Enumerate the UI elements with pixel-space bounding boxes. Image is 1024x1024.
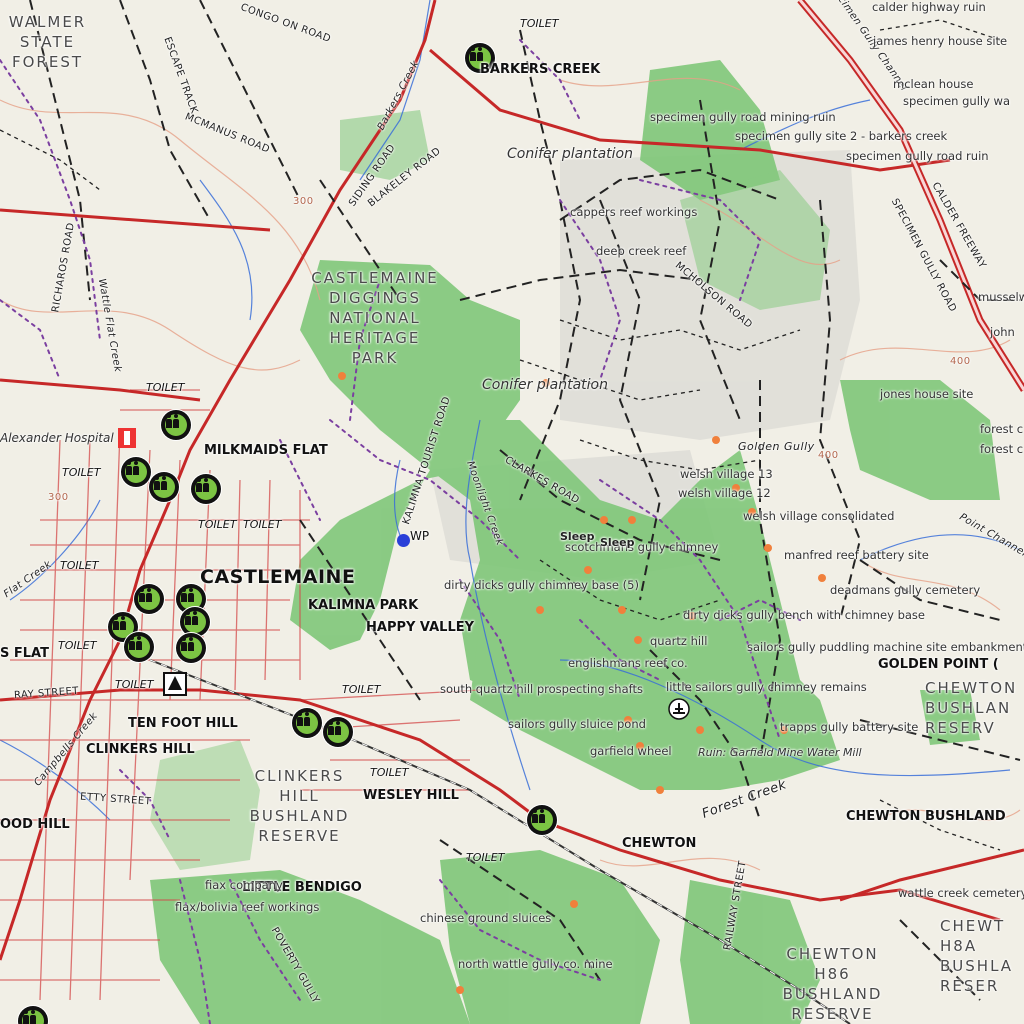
town-label: HAPPY VALLEY — [366, 620, 475, 635]
site-label: jones house site — [880, 387, 974, 401]
site-label: wattle creek cemetery — [898, 886, 1024, 900]
town-label: S FLAT — [0, 646, 49, 661]
site-label: mclean house — [893, 77, 974, 91]
waypoint-label: WP — [410, 529, 430, 543]
plantation-label: Conifer plantation — [482, 377, 608, 393]
site-label: quartz hill — [650, 634, 708, 648]
site-label: chinese ground sluices — [420, 911, 552, 925]
site-label: welsh village 13 — [680, 467, 773, 481]
site-label: garfield wheel — [590, 744, 672, 758]
site-label: welsh village 12 — [678, 486, 771, 500]
toilet-icon[interactable] — [149, 472, 179, 502]
town-label: GOLDEN POINT ( — [878, 657, 999, 672]
site-label: deadmans gully cemetery — [830, 583, 981, 597]
site-label: specimen gully road mining ruin — [650, 110, 836, 124]
site-label: dirty dicks gully chimney base (5) — [444, 578, 639, 592]
toilet-icon[interactable] — [176, 633, 206, 663]
toilet-label: TOILET — [58, 639, 97, 652]
campground-icon[interactable] — [163, 672, 187, 696]
town-label: MILKMAIDS FLAT — [204, 443, 328, 458]
town-label: CHEWTON BUSHLAND — [846, 809, 1006, 824]
area-label-walmer: WALMER STATE FOREST — [8, 13, 87, 71]
toilet-icon[interactable] — [527, 805, 557, 835]
toilet-label: TOILET — [370, 766, 409, 779]
site-label: englishmans reef co. — [568, 656, 688, 670]
site-label: fiax company — [205, 878, 283, 892]
toilet-label: TOILET — [115, 678, 154, 691]
contour-label: 400 — [818, 450, 839, 461]
contour-label: 300 — [293, 196, 314, 207]
site-label: musselw — [978, 290, 1024, 304]
toilet-label: TOILET — [520, 17, 559, 30]
toilet-icon[interactable] — [191, 474, 221, 504]
sleep-label: Sleep — [600, 536, 635, 549]
site-label: john — [990, 325, 1015, 339]
site-label: south quartz hill prospecting shafts — [440, 682, 643, 696]
site-label: dirty dicks gully bench with chimney bas… — [683, 608, 925, 622]
sleep-label: Sleep — [560, 530, 595, 543]
area-label-diggings: CASTLEMAINE DIGGINGS NATIONAL HERITAGE PARK — [311, 269, 439, 367]
site-label: specimen gully site 2 - barkers creek — [735, 129, 948, 143]
site-label: sailors gully sluice pond — [508, 717, 646, 731]
town-label-castlemaine: CASTLEMAINE — [200, 566, 356, 588]
toilet-label: TOILET — [466, 851, 505, 864]
hospital-label: Alexander Hospital — [0, 431, 114, 445]
toilet-icon[interactable] — [292, 708, 322, 738]
toilet-icon[interactable] — [121, 457, 151, 487]
toilet-icon[interactable] — [180, 607, 210, 637]
toilet-label: TOILET — [342, 683, 381, 696]
area-label-chewton-h8a: CHEWT H8A BUSHLA RESER — [940, 917, 1014, 995]
site-label: forest c — [980, 442, 1024, 456]
road-label: Golden Gully — [738, 440, 815, 453]
site-label: sailors gully puddling machine site emba… — [747, 640, 1024, 654]
site-label: little sailors gully chimney remains — [666, 680, 867, 694]
hospital-icon[interactable] — [118, 428, 136, 448]
town-label: OOD HILL — [0, 817, 70, 832]
town-label: TEN FOOT HILL — [128, 716, 238, 731]
toilet-icon[interactable] — [134, 584, 164, 614]
site-label: calder highway ruin — [872, 0, 986, 14]
mine-icon[interactable] — [668, 698, 690, 720]
town-label: CHEWTON — [622, 836, 697, 851]
town-label: CLINKERS HILL — [86, 742, 195, 757]
site-label: north wattle gully co. mine — [458, 957, 613, 971]
area-label-chewton-h86: CHEWTON H86 BUSHLAND RESERVE — [782, 945, 883, 1023]
waypoint-marker[interactable] — [397, 534, 410, 547]
site-label: deep creek reef — [596, 244, 687, 258]
town-label: BARKERS CREEK — [480, 62, 601, 77]
contour-label: 400 — [950, 356, 971, 367]
town-label: KALIMNA PARK — [308, 598, 419, 613]
area-label-chewton-bushland: CHEWTON BUSHLAN RESERV — [925, 679, 1018, 737]
site-label: manfred reef battery site — [784, 548, 929, 562]
site-label: Ruin: Garfield Mine Water Mill — [698, 746, 862, 759]
area-label-clinkers-reserve: CLINKERS HILL BUSHLAND RESERVE — [249, 767, 350, 845]
toilet-label: TOILET — [146, 381, 185, 394]
site-label: flax/bolivia reef workings — [175, 900, 320, 914]
toilet-icon[interactable] — [323, 717, 353, 747]
toilet-label: TOILET — [62, 466, 101, 479]
plantation-label: Conifer plantation — [507, 146, 633, 162]
toilet-label: TOILET — [243, 518, 282, 531]
site-label: james henry house site — [873, 34, 1008, 48]
site-label: specimen gully road ruin — [846, 149, 989, 163]
toilet-icon[interactable] — [124, 632, 154, 662]
site-label: trapps gully battery site — [780, 720, 919, 734]
contour-label: 300 — [48, 492, 69, 503]
site-label: cappers reef workings — [570, 205, 698, 219]
site-label: specimen gully wa — [903, 94, 1010, 108]
town-label: WESLEY HILL — [363, 788, 459, 803]
toilet-label: TOILET — [198, 518, 237, 531]
site-label: forest c — [980, 422, 1024, 436]
site-label: welsh village consolidated — [743, 509, 895, 523]
toilet-icon[interactable] — [161, 410, 191, 440]
topographic-map[interactable]: WALMER STATE FOREST CASTLEMAINE DIGGINGS NAT… — [0, 0, 1024, 1024]
toilet-label: TOILET — [60, 559, 99, 572]
